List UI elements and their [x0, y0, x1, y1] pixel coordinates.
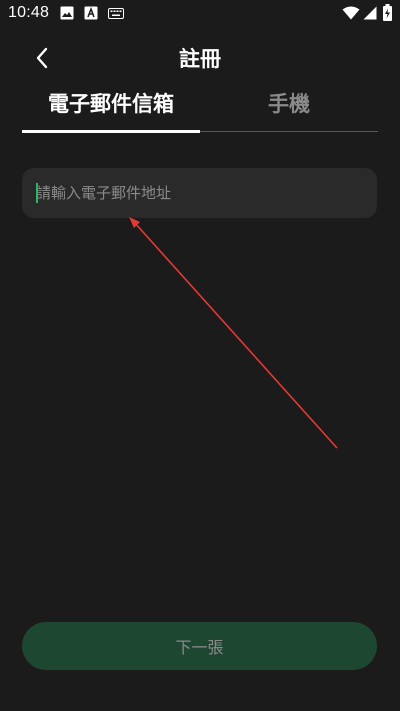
- status-bar: 10:48: [0, 0, 400, 28]
- registration-screen: 10:48 註冊 電子郵件信箱 手機 請輸入電子郵件地址 下一張: [0, 0, 400, 711]
- text-recognition-icon: [84, 6, 98, 20]
- battery-charging-icon: [383, 4, 392, 21]
- email-input[interactable]: [36, 168, 366, 218]
- text-cursor: [36, 183, 38, 203]
- next-button[interactable]: 下一張: [22, 622, 377, 670]
- image-icon: [60, 6, 74, 20]
- active-tab-indicator: [22, 130, 200, 133]
- status-time: 10:48: [8, 4, 50, 21]
- signal-icon: [363, 6, 377, 20]
- page-title: 註冊: [179, 47, 221, 71]
- email-field-container: [22, 168, 377, 218]
- keyboard-icon: [108, 8, 124, 19]
- tab-phone[interactable]: 手機: [200, 88, 378, 118]
- tab-email[interactable]: 電子郵件信箱: [22, 88, 200, 118]
- wifi-icon: [342, 6, 360, 20]
